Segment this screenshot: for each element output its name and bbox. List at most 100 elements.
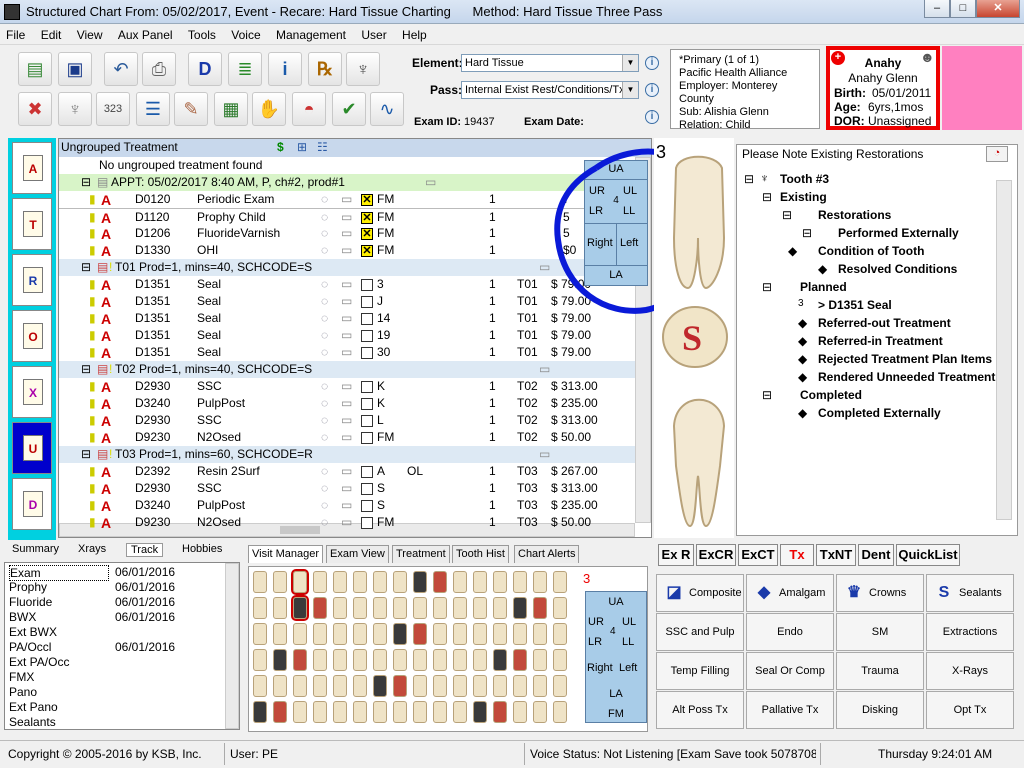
procedure-type-icon[interactable]: A bbox=[101, 481, 111, 497]
ur-button[interactable]: UR bbox=[588, 616, 604, 628]
chart-tooth[interactable] bbox=[533, 597, 547, 619]
chart-tooth[interactable] bbox=[453, 701, 467, 723]
note-icon[interactable]: ▭ bbox=[341, 481, 352, 495]
mode-x-button[interactable]: X bbox=[12, 366, 52, 418]
chart-tooth[interactable] bbox=[553, 675, 567, 697]
menu-edit[interactable]: Edit bbox=[35, 25, 68, 42]
note-icon[interactable]: ▭ bbox=[341, 277, 352, 291]
element-select[interactable]: Hard Tissue ▼ bbox=[461, 54, 639, 72]
chart-tooth[interactable] bbox=[393, 675, 407, 697]
chart-tooth[interactable] bbox=[373, 701, 387, 723]
menu-help[interactable]: Help bbox=[396, 25, 433, 42]
alt-poss-tx-button[interactable]: Alt Poss Tx bbox=[656, 691, 744, 729]
chart-tooth[interactable] bbox=[373, 623, 387, 645]
status-flag-icon[interactable]: ▮ bbox=[89, 311, 96, 325]
chart-tooth[interactable] bbox=[513, 649, 527, 671]
note-icon[interactable]: ▭ bbox=[539, 447, 550, 461]
right-button[interactable]: Right bbox=[587, 662, 613, 674]
procedure-type-icon[interactable]: A bbox=[101, 515, 111, 531]
chart-tooth[interactable] bbox=[313, 675, 327, 697]
list-icon[interactable]: ☰ bbox=[136, 92, 170, 126]
voice-note-icon[interactable]: ◌ bbox=[321, 328, 328, 342]
note-icon[interactable]: ▭ bbox=[341, 464, 352, 478]
procedure-type-icon[interactable]: A bbox=[101, 498, 111, 514]
chart-tooth[interactable] bbox=[433, 597, 447, 619]
tab-ex-r[interactable]: Ex R bbox=[658, 544, 694, 566]
collapse-icon[interactable]: ⊟ bbox=[762, 388, 772, 402]
menu-tools[interactable]: Tools bbox=[182, 25, 222, 42]
ll-button[interactable]: LL bbox=[622, 636, 634, 648]
chart-tooth[interactable] bbox=[333, 597, 347, 619]
chart-tooth[interactable] bbox=[533, 571, 547, 593]
collapse-icon[interactable]: ⊟ bbox=[81, 260, 91, 274]
chart-tooth[interactable] bbox=[413, 675, 427, 697]
collapse-icon[interactable]: ⊟ bbox=[782, 208, 792, 222]
complete-checkbox[interactable] bbox=[361, 381, 373, 393]
menu-file[interactable]: File bbox=[0, 25, 31, 42]
performed-externally-node[interactable]: Performed Externally bbox=[838, 226, 959, 240]
chart-tooth[interactable] bbox=[533, 649, 547, 671]
procedure-type-icon[interactable]: A bbox=[101, 226, 111, 242]
chart-tooth[interactable] bbox=[253, 701, 267, 723]
chart-tooth[interactable] bbox=[313, 649, 327, 671]
document-d-icon[interactable]: D bbox=[188, 52, 222, 86]
chart-tooth[interactable] bbox=[433, 571, 447, 593]
complete-checkbox[interactable] bbox=[361, 500, 373, 512]
voice-note-icon[interactable]: ◌ bbox=[321, 345, 328, 359]
open-folder-icon[interactable]: ▤ bbox=[18, 52, 52, 86]
chart-tooth[interactable] bbox=[473, 623, 487, 645]
tab-xrays[interactable]: Xrays bbox=[78, 543, 106, 555]
voice-note-icon[interactable]: ◌ bbox=[321, 277, 328, 291]
menu-voice[interactable]: Voice bbox=[225, 25, 266, 42]
history-item-name[interactable]: Prophy bbox=[9, 580, 47, 594]
chart-tooth[interactable] bbox=[453, 571, 467, 593]
tooth-node[interactable]: Tooth #3 bbox=[780, 172, 829, 186]
chart-tooth[interactable] bbox=[553, 623, 567, 645]
complete-checkbox[interactable] bbox=[361, 347, 373, 359]
chart-tooth[interactable] bbox=[533, 623, 547, 645]
history-item-name[interactable]: Ext Pano bbox=[9, 700, 58, 714]
voice-note-icon[interactable]: ◌ bbox=[321, 243, 328, 257]
chart-tooth[interactable] bbox=[493, 597, 507, 619]
history-item-name[interactable]: Sealants bbox=[9, 715, 56, 729]
chart-tooth[interactable] bbox=[473, 675, 487, 697]
chart-tooth[interactable] bbox=[493, 675, 507, 697]
chart-tooth[interactable] bbox=[373, 649, 387, 671]
status-flag-icon[interactable]: ▮ bbox=[89, 498, 96, 512]
chart-tooth[interactable] bbox=[293, 675, 307, 697]
complete-checkbox[interactable] bbox=[361, 415, 373, 427]
tab-txnt[interactable]: TxNT bbox=[816, 544, 856, 566]
complete-checkbox[interactable] bbox=[361, 398, 373, 410]
chart-tooth[interactable] bbox=[333, 649, 347, 671]
history-item-name[interactable]: Pano bbox=[9, 685, 37, 699]
note-icon[interactable]: ▭ bbox=[425, 175, 436, 189]
chart-tooth[interactable] bbox=[253, 571, 267, 593]
chart-tooth[interactable] bbox=[553, 597, 567, 619]
history-item-name[interactable]: BWX bbox=[9, 610, 36, 624]
procedure-row[interactable]: ▮ A D9230 N2Osed ◌ ▭ 1 FM T03 $ 50.00 bbox=[59, 514, 635, 531]
chart-tooth[interactable] bbox=[353, 675, 367, 697]
procedure-type-icon[interactable]: A bbox=[101, 277, 111, 293]
note-icon[interactable]: ▭ bbox=[341, 379, 352, 393]
chart-tooth[interactable] bbox=[253, 597, 267, 619]
collapse-icon[interactable]: ⊟ bbox=[81, 447, 91, 461]
mouth-icon[interactable]: ◓ bbox=[292, 92, 326, 126]
complete-checkbox[interactable] bbox=[361, 313, 373, 325]
chart-tooth[interactable] bbox=[353, 597, 367, 619]
voice-note-icon[interactable]: ◌ bbox=[321, 515, 328, 529]
chart-tooth[interactable] bbox=[413, 571, 427, 593]
complete-checkbox[interactable] bbox=[361, 279, 373, 291]
info-icon[interactable]: i bbox=[645, 83, 659, 97]
voice-note-icon[interactable]: ◌ bbox=[321, 430, 328, 444]
referred-in-node[interactable]: Referred-in Treatment bbox=[818, 334, 943, 348]
complete-checkbox[interactable]: ✕ bbox=[361, 228, 373, 240]
procedure-row[interactable]: ▮ A D9230 N2Osed ◌ ▭ 1 FM T02 $ 50.00 bbox=[59, 429, 635, 446]
planned-node[interactable]: Planned bbox=[800, 280, 847, 294]
resolved-conditions-node[interactable]: Resolved Conditions bbox=[838, 262, 957, 276]
procedure-type-icon[interactable]: A bbox=[101, 430, 111, 446]
chart-tooth[interactable] bbox=[473, 701, 487, 723]
procedure-type-icon[interactable]: A bbox=[101, 379, 111, 395]
chart-tooth[interactable] bbox=[493, 623, 507, 645]
rendered-unneeded-node[interactable]: Rendered Unneeded Treatment bbox=[818, 370, 995, 384]
procedure-type-icon[interactable]: A bbox=[101, 345, 111, 361]
